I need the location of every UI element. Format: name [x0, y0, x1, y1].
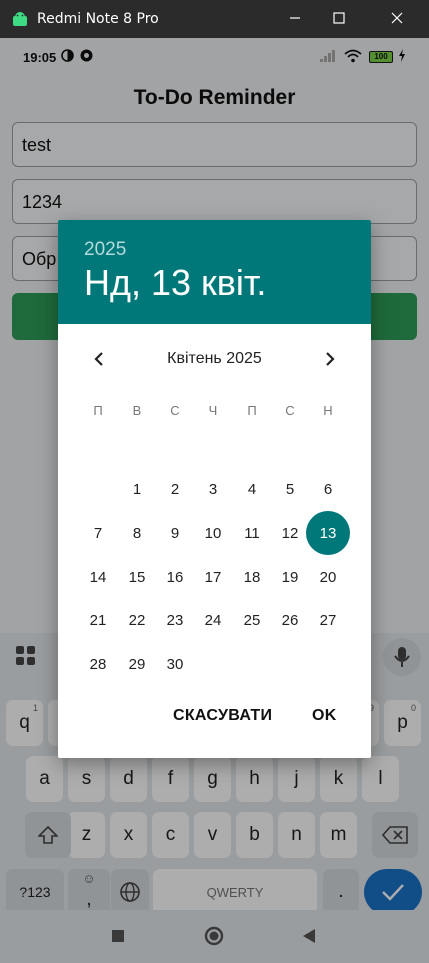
- calendar-day[interactable]: 7: [81, 516, 115, 550]
- phone-screen: 19:05 100 To-Do Reminder test 1234 Обр q…: [0, 38, 429, 963]
- selected-day[interactable]: 13: [306, 511, 350, 555]
- calendar-day[interactable]: 24: [196, 603, 230, 637]
- weekday-header: С: [170, 403, 180, 418]
- date-picker-dialog: 2025 Нд, 13 квіт. Квітень 2025 ПВСЧПСН 1…: [58, 220, 371, 758]
- calendar-day[interactable]: 19: [273, 560, 307, 594]
- minimize-icon[interactable]: [285, 8, 305, 28]
- weekday-header: Ч: [208, 403, 218, 418]
- cancel-button[interactable]: СКАСУВАТИ: [173, 707, 272, 725]
- calendar-day[interactable]: 17: [196, 560, 230, 594]
- calendar-day[interactable]: 8: [120, 516, 154, 550]
- calendar-day[interactable]: 15: [120, 560, 154, 594]
- calendar-day[interactable]: 4: [235, 472, 269, 506]
- calendar-day[interactable]: 21: [81, 603, 115, 637]
- maximize-icon[interactable]: [329, 8, 349, 28]
- weekday-header: С: [285, 403, 295, 418]
- next-month-icon[interactable]: [319, 348, 341, 370]
- calendar-day[interactable]: 29: [120, 647, 154, 681]
- month-navigation: Квітень 2025: [58, 344, 371, 374]
- calendar-day[interactable]: 6: [311, 472, 345, 506]
- calendar-day[interactable]: 22: [120, 603, 154, 637]
- calendar-day[interactable]: 30: [158, 647, 192, 681]
- selected-date-label[interactable]: Нд, 13 квіт.: [84, 262, 266, 304]
- window-title: Redmi Note 8 Pro: [37, 11, 159, 27]
- calendar-day[interactable]: 2: [158, 472, 192, 506]
- calendar-day[interactable]: 28: [81, 647, 115, 681]
- window-titlebar: Redmi Note 8 Pro: [0, 0, 429, 38]
- calendar-day[interactable]: 18: [235, 560, 269, 594]
- calendar-day[interactable]: 9: [158, 516, 192, 550]
- calendar-day[interactable]: 5: [273, 472, 307, 506]
- year-label[interactable]: 2025: [84, 239, 126, 261]
- calendar-day[interactable]: 3: [196, 472, 230, 506]
- android-icon: [13, 12, 27, 26]
- calendar-day[interactable]: 1: [120, 472, 154, 506]
- calendar-day[interactable]: 27: [311, 603, 345, 637]
- ok-button[interactable]: OK: [312, 707, 337, 725]
- close-icon[interactable]: [387, 8, 407, 28]
- calendar-day[interactable]: 25: [235, 603, 269, 637]
- calendar-day[interactable]: 11: [235, 516, 269, 550]
- calendar-day[interactable]: 14: [81, 560, 115, 594]
- weekday-header: Н: [323, 403, 333, 418]
- calendar-day[interactable]: 12: [273, 516, 307, 550]
- calendar-day[interactable]: 23: [158, 603, 192, 637]
- calendar-day[interactable]: 26: [273, 603, 307, 637]
- weekday-header: П: [247, 403, 257, 418]
- weekday-header: В: [132, 403, 142, 418]
- calendar-day[interactable]: 16: [158, 560, 192, 594]
- weekday-header: П: [93, 403, 103, 418]
- calendar-day[interactable]: 20: [311, 560, 345, 594]
- calendar-day[interactable]: 10: [196, 516, 230, 550]
- date-picker-header: 2025 Нд, 13 квіт.: [58, 220, 371, 324]
